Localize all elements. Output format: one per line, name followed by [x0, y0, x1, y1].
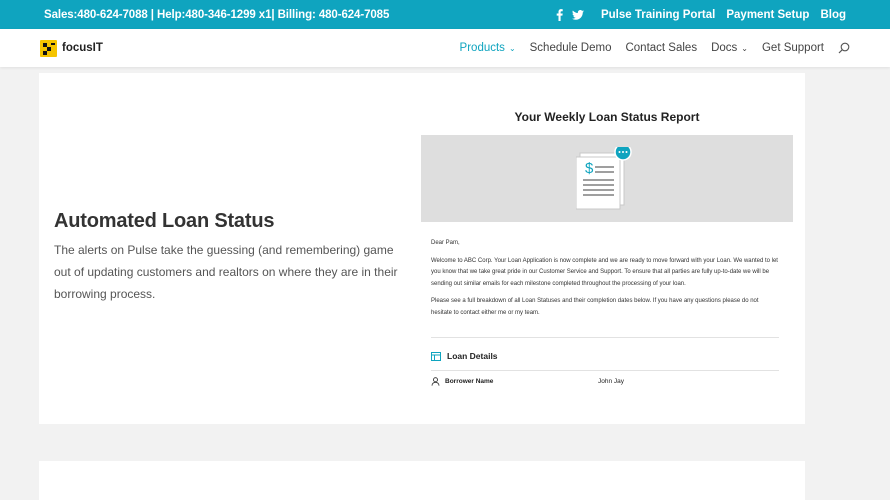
borrower-name-label: Borrower Name [445, 378, 494, 385]
nav-item-label: Contact Sales [625, 42, 698, 54]
nav-item-products[interactable]: Products ⌄ [460, 42, 516, 54]
document-dollar-icon: $ [576, 147, 632, 210]
nav-menu: Products ⌄ Schedule Demo Contact Sales D… [460, 42, 850, 54]
row-label: Borrower Name [431, 377, 598, 386]
search-icon[interactable] [838, 42, 850, 54]
feature-title: Automated Loan Status [54, 210, 275, 232]
email-banner: $ [421, 135, 793, 222]
email-greeting: Dear Pam, [431, 240, 460, 246]
nav-item-schedule-demo[interactable]: Schedule Demo [530, 42, 612, 54]
pulse-training-portal-link[interactable]: Pulse Training Portal [601, 9, 715, 21]
email-preview: Your Weekly Loan Status Report $ Dear Pa… [421, 108, 793, 418]
main-navigation: focusIT Products ⌄ Schedule Demo Contact… [0, 29, 890, 67]
top-contact-bar: Sales:480-624-7088 | Help:480-346-1299 x… [0, 0, 890, 29]
divider [431, 337, 779, 338]
feature-description: The alerts on Pulse take the guessing (a… [54, 243, 398, 301]
svg-text:$: $ [585, 160, 594, 177]
logo-text: focusIT [62, 42, 103, 54]
contact-numbers: Sales:480-624-7088 | Help:480-346-1299 x… [44, 8, 390, 21]
person-icon [431, 377, 440, 386]
blog-link[interactable]: Blog [820, 9, 846, 21]
email-paragraph: Welcome to ABC Corp. Your Loan Applicati… [431, 257, 778, 287]
borrower-name-value: John Jay [598, 378, 625, 385]
nav-item-label: Products [459, 42, 505, 54]
topbar-links: Pulse Training Portal Payment Setup Blog [556, 9, 846, 21]
email-paragraph: Please see a full breakdown of all Loan … [431, 298, 759, 316]
email-body: Dear Pam, Welcome to ABC Corp. Your Loan… [431, 238, 781, 325]
chevron-down-icon: ⌄ [741, 43, 748, 53]
table-icon [431, 351, 441, 361]
nav-item-label: Get Support [761, 42, 824, 54]
nav-item-contact-sales[interactable]: Contact Sales [625, 42, 697, 54]
logo[interactable]: focusIT [40, 39, 103, 57]
payment-setup-link[interactable]: Payment Setup [726, 9, 809, 21]
next-section [39, 461, 805, 500]
nav-item-label: Docs [711, 42, 738, 54]
divider [431, 370, 779, 371]
social-links [556, 8, 584, 21]
chevron-down-icon: ⌄ [508, 43, 516, 53]
twitter-icon[interactable] [571, 9, 584, 20]
nav-item-get-support[interactable]: Get Support [762, 42, 824, 54]
table-row: Borrower Name John Jay [431, 377, 779, 386]
logo-mark-icon [40, 39, 57, 57]
nav-item-label: Schedule Demo [529, 42, 612, 54]
email-title: Your Weekly Loan Status Report [514, 110, 700, 124]
loan-details-heading: Loan Details [431, 351, 498, 361]
facebook-icon[interactable] [556, 8, 563, 21]
loan-details-title: Loan Details [447, 351, 498, 361]
nav-item-docs[interactable]: Docs ⌄ [711, 42, 748, 54]
feature-section: Automated Loan Status The alerts on Puls… [39, 73, 805, 424]
